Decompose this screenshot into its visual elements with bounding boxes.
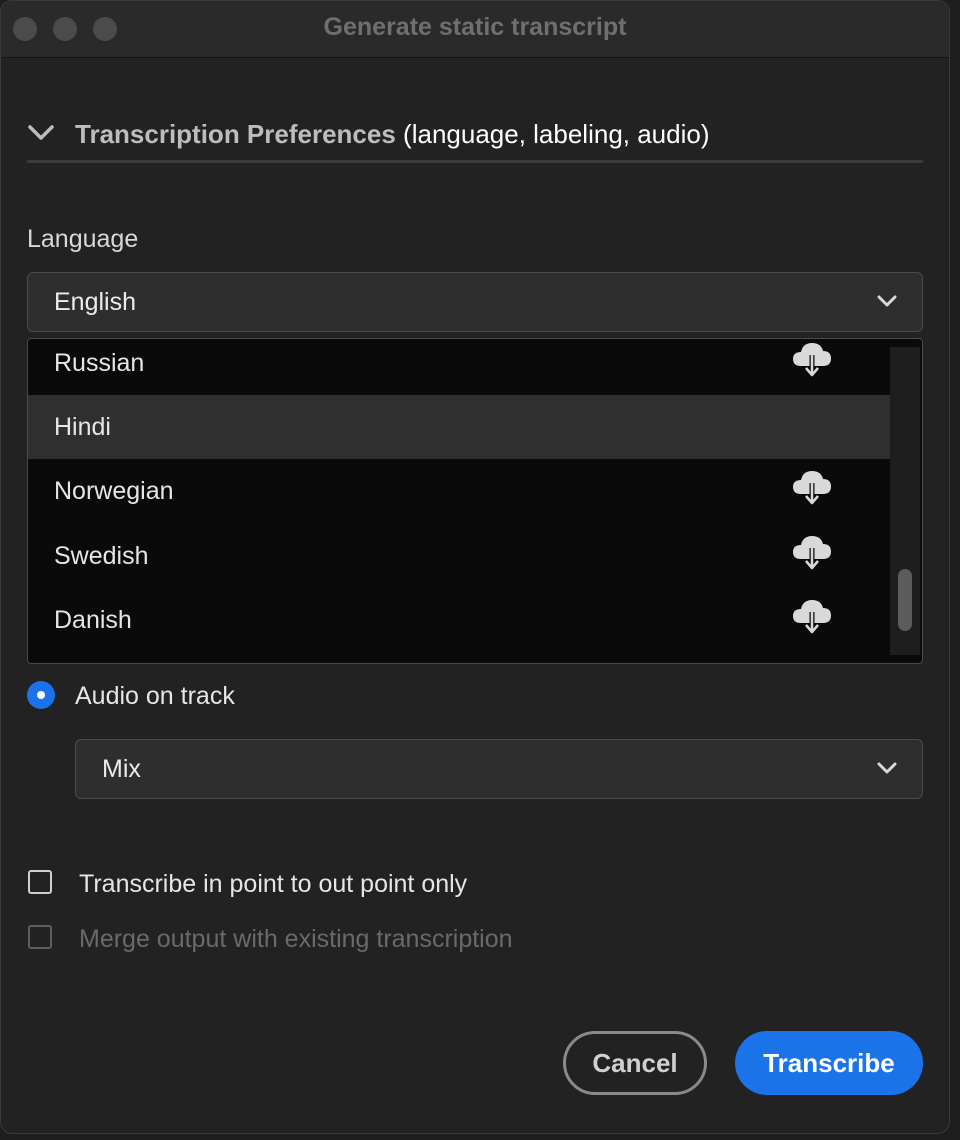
- merge-output-label: Merge output with existing transcription: [79, 925, 513, 953]
- chevron-down-icon[interactable]: [27, 123, 55, 148]
- language-option-swedish[interactable]: Swedish: [28, 524, 890, 588]
- in-out-point-checkbox[interactable]: [28, 870, 52, 894]
- option-label: Russian: [54, 349, 145, 377]
- audio-track-select[interactable]: Mix: [75, 739, 923, 799]
- language-selected-value: English: [54, 288, 136, 316]
- cloud-download-icon[interactable]: [790, 339, 834, 384]
- language-option-russian[interactable]: Russian: [28, 339, 890, 395]
- cancel-button[interactable]: Cancel: [563, 1031, 707, 1095]
- option-label: Norwegian: [54, 477, 174, 505]
- chevron-down-icon: [876, 294, 898, 315]
- cloud-download-icon[interactable]: [790, 532, 834, 577]
- in-out-point-label: Transcribe in point to out point only: [79, 870, 468, 898]
- dropdown-scrollbar-thumb[interactable]: [898, 569, 912, 631]
- section-subtitle: (language, labeling, audio): [403, 119, 710, 149]
- language-option-hindi[interactable]: Hindi: [28, 395, 890, 459]
- section-divider: [27, 160, 923, 163]
- audio-on-track-label: Audio on track: [75, 682, 235, 710]
- cloud-download-icon[interactable]: [790, 596, 834, 641]
- transcribe-button[interactable]: Transcribe: [735, 1031, 923, 1095]
- language-select[interactable]: English: [27, 272, 923, 332]
- cloud-download-icon[interactable]: [790, 467, 834, 512]
- chevron-down-icon: [876, 761, 898, 782]
- audio-on-track-radio[interactable]: [27, 681, 55, 709]
- option-label: Danish: [54, 606, 132, 634]
- title-bar: Generate static transcript: [1, 1, 949, 58]
- option-label: Swedish: [54, 542, 149, 570]
- preferences-section-header[interactable]: Transcription Preferences (language, lab…: [27, 115, 923, 163]
- section-title: Transcription Preferences (language, lab…: [75, 119, 710, 150]
- option-label: Hindi: [54, 413, 111, 441]
- section-title-text: Transcription Preferences: [75, 119, 396, 149]
- language-option-danish[interactable]: Danish: [28, 588, 890, 652]
- merge-output-checkbox[interactable]: [28, 925, 52, 949]
- language-dropdown-list[interactable]: Russian Hindi Norwegian Swedish Danish: [27, 338, 923, 664]
- language-label: Language: [27, 225, 139, 253]
- dialog-window: Generate static transcript Transcription…: [0, 0, 950, 1134]
- window-title: Generate static transcript: [323, 13, 627, 41]
- language-option-norwegian[interactable]: Norwegian: [28, 459, 890, 523]
- audio-track-value: Mix: [102, 755, 141, 783]
